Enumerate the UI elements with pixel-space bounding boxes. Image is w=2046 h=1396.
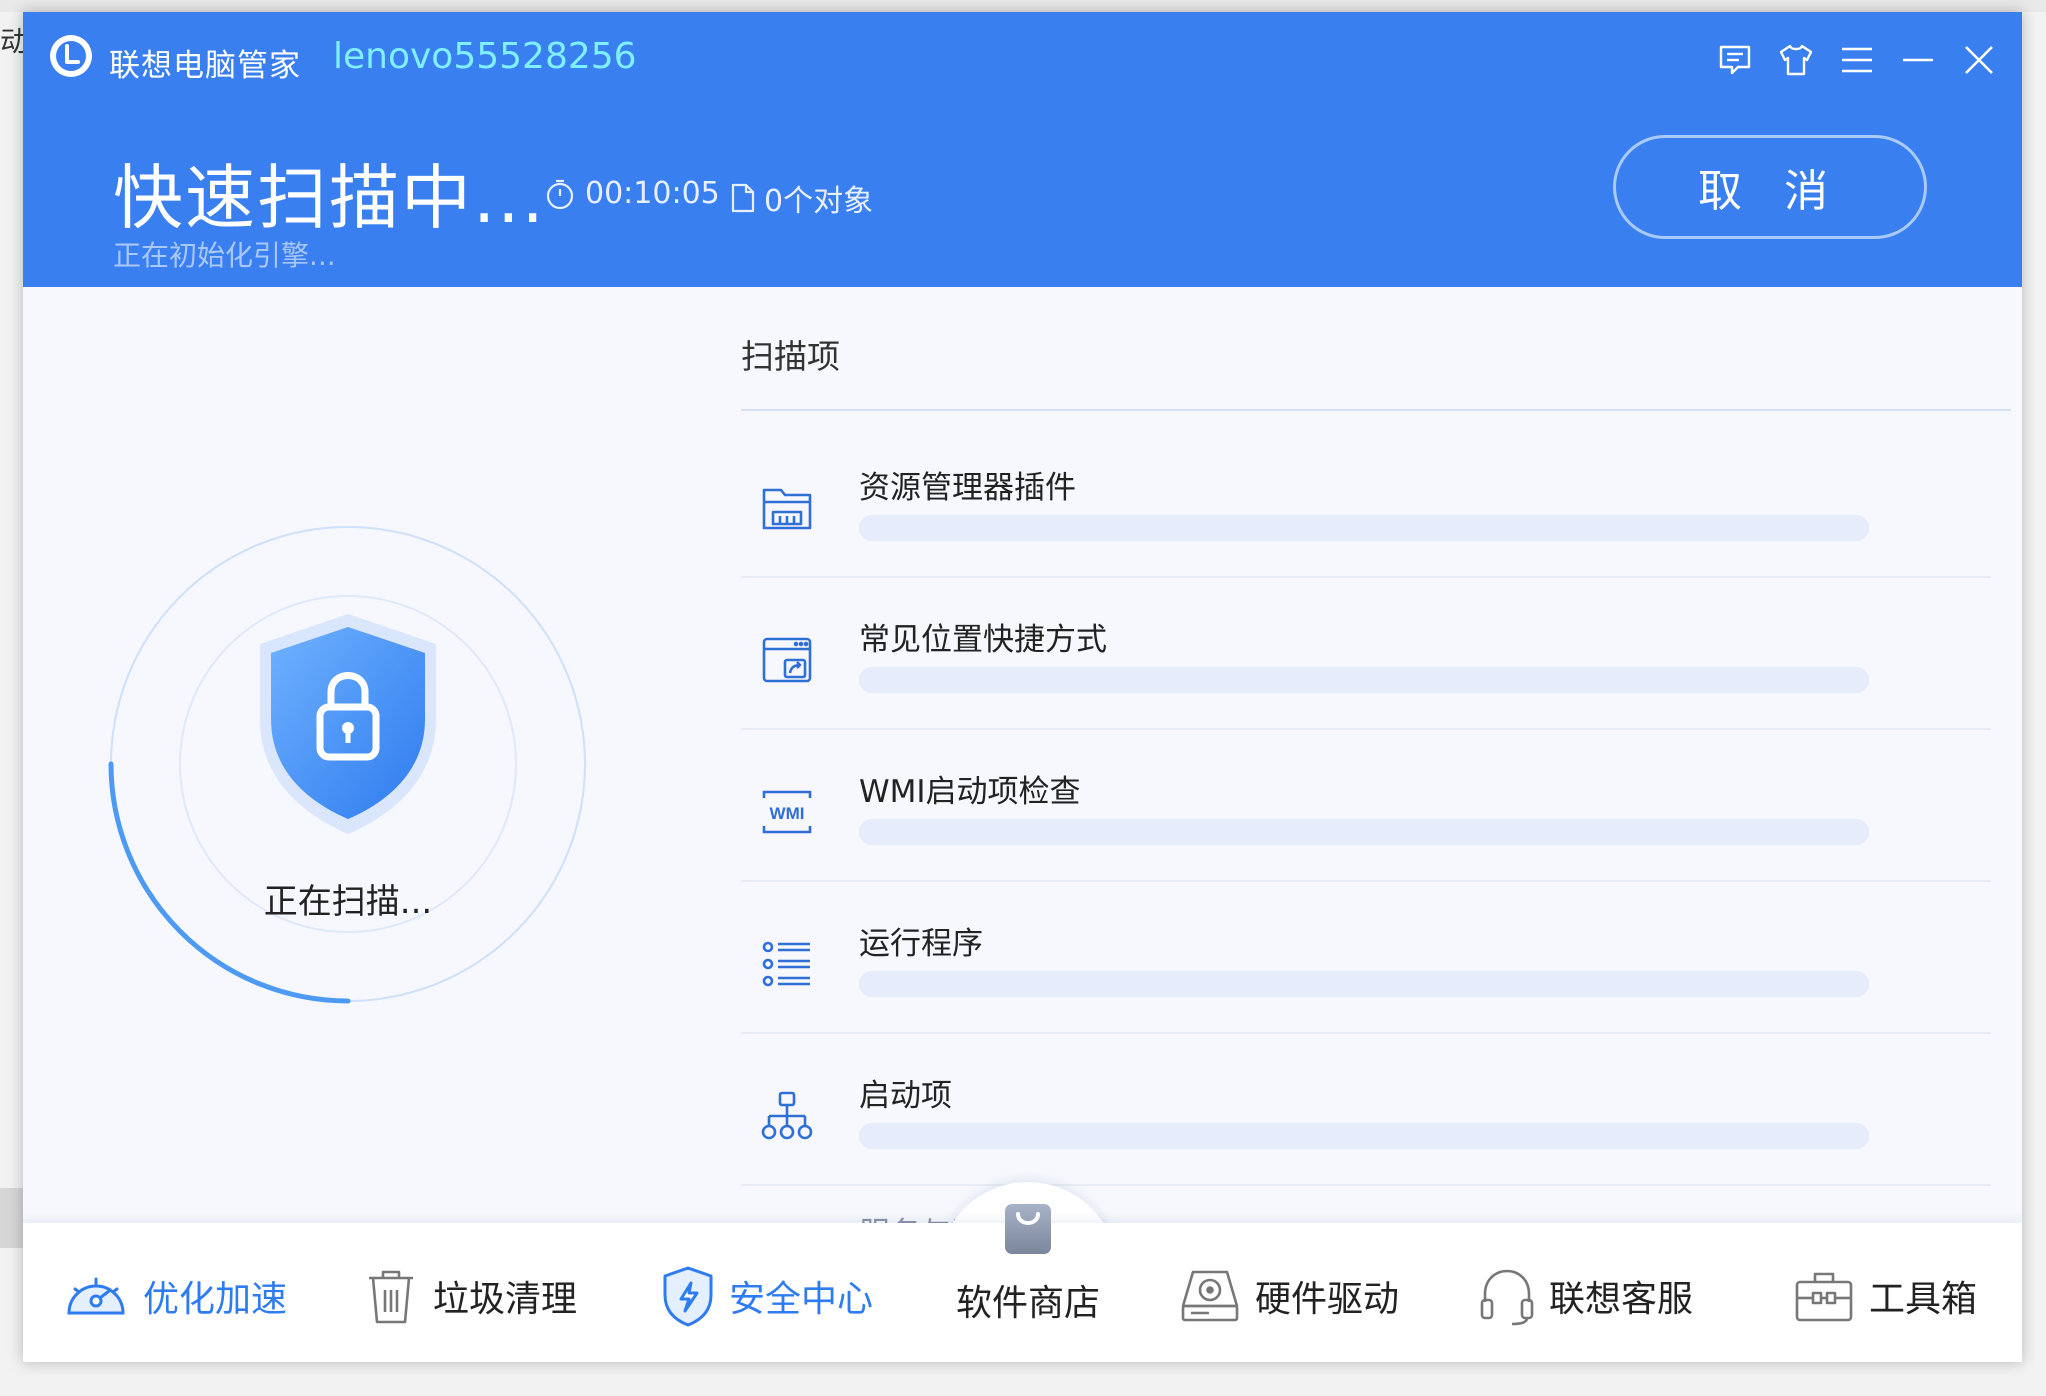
background-partial-bar bbox=[0, 1188, 24, 1248]
scan-item-progress bbox=[859, 971, 1869, 997]
scan-item-shortcuts: 常见位置快捷方式 bbox=[741, 580, 1991, 732]
list-divider bbox=[741, 1184, 1991, 1186]
scan-progress-ring bbox=[108, 526, 586, 1004]
hard-drive-icon bbox=[1181, 1270, 1239, 1322]
folder-icon bbox=[762, 488, 812, 530]
scan-item-progress bbox=[859, 1123, 1869, 1149]
nav-item-optimize[interactable]: 优化加速 bbox=[63, 1256, 287, 1336]
file-icon bbox=[731, 183, 755, 213]
speedometer-icon bbox=[67, 1277, 125, 1315]
scan-item-label: 常见位置快捷方式 bbox=[859, 622, 1107, 658]
menu-button[interactable] bbox=[1835, 38, 1879, 82]
scan-item-progress bbox=[859, 515, 1869, 541]
list-divider bbox=[741, 1032, 1991, 1034]
nav-item-security[interactable]: 安全中心 bbox=[661, 1256, 873, 1336]
trash-icon bbox=[369, 1270, 413, 1324]
nav-item-support[interactable]: 联想客服 bbox=[1479, 1256, 1693, 1336]
headset-icon bbox=[1480, 1269, 1534, 1326]
nav-item-label: 联想客服 bbox=[1549, 1279, 1694, 1320]
scanning-status-label: 正在扫描... bbox=[263, 882, 433, 922]
nav-item-software-store[interactable]: 软件商店 bbox=[953, 1202, 1103, 1326]
scan-items-title: 扫描项 bbox=[741, 337, 840, 376]
app-title: 联想电脑管家 bbox=[109, 48, 301, 84]
minimize-button[interactable] bbox=[1896, 38, 1940, 82]
close-button[interactable] bbox=[1957, 38, 2001, 82]
tshirt-icon bbox=[1779, 44, 1813, 76]
object-count-text: 0个对象 bbox=[764, 184, 874, 219]
scan-item-label: 资源管理器插件 bbox=[859, 470, 1076, 506]
toolbox-icon bbox=[1795, 1272, 1853, 1322]
engine-status-text: 正在初始化引擎... bbox=[113, 239, 336, 272]
scan-item-label: 运行程序 bbox=[859, 926, 983, 962]
wmi-icon: WMI bbox=[762, 790, 812, 834]
feedback-icon bbox=[1719, 45, 1751, 75]
scan-item-explorer-plugins: 资源管理器插件 bbox=[741, 428, 1991, 580]
hamburger-menu-icon bbox=[1842, 47, 1872, 73]
close-icon bbox=[1965, 46, 1993, 74]
tree-icon bbox=[761, 1091, 813, 1140]
minimize-icon bbox=[1903, 58, 1933, 62]
nav-item-toolbox[interactable]: 工具箱 bbox=[1793, 1256, 1977, 1336]
list-divider bbox=[741, 409, 2011, 411]
list-divider bbox=[741, 576, 1991, 578]
nav-item-drivers[interactable]: 硬件驱动 bbox=[1179, 1256, 1399, 1336]
scan-title: 快速扫描中... bbox=[113, 157, 546, 239]
nav-item-label: 软件商店 bbox=[955, 1283, 1100, 1324]
scan-item-wmi: WMI WMI启动项检查 bbox=[741, 732, 1991, 884]
shield-icon bbox=[663, 1266, 713, 1327]
list-divider bbox=[741, 728, 1991, 730]
user-account-link[interactable]: lenovo55528256 bbox=[333, 36, 637, 77]
skin-button[interactable] bbox=[1774, 38, 1818, 82]
scan-item-label: 启动项 bbox=[859, 1078, 952, 1114]
list-icon bbox=[762, 941, 810, 987]
nav-item-label: 工具箱 bbox=[1869, 1279, 1978, 1320]
shortcut-icon bbox=[762, 637, 812, 683]
scan-item-startup: 启动项 bbox=[741, 1036, 1991, 1188]
object-count: 0个对象 bbox=[730, 176, 873, 220]
elapsed-timer: 00:10:05 bbox=[545, 176, 720, 211]
nav-item-cleanup[interactable]: 垃圾清理 bbox=[363, 1256, 577, 1336]
elapsed-time-text: 00:10:05 bbox=[585, 176, 720, 211]
nav-item-label: 硬件驱动 bbox=[1255, 1279, 1400, 1320]
scan-item-label: WMI启动项检查 bbox=[859, 774, 1081, 810]
nav-item-label: 优化加速 bbox=[143, 1279, 288, 1320]
stopwatch-icon bbox=[546, 179, 574, 209]
scan-item-running-programs: 运行程序 bbox=[741, 884, 1991, 1036]
list-divider bbox=[741, 880, 1991, 882]
background-window-strip bbox=[0, 0, 2046, 12]
nav-item-label: 垃圾清理 bbox=[433, 1279, 578, 1320]
feedback-button[interactable] bbox=[1713, 38, 1757, 82]
header: 联想电脑管家 lenovo55528256 快速扫描中... 00:10:05 … bbox=[23, 12, 2022, 287]
scan-item-progress bbox=[859, 667, 1869, 693]
shopping-bag-icon bbox=[1005, 1204, 1051, 1254]
svg-text:WMI: WMI bbox=[770, 804, 805, 823]
app-window: 联想电脑管家 lenovo55528256 快速扫描中... 00:10:05 … bbox=[23, 12, 2022, 1362]
scan-item-progress bbox=[859, 819, 1869, 845]
nav-item-label: 安全中心 bbox=[729, 1279, 874, 1320]
cancel-scan-button[interactable]: 取 消 bbox=[1613, 135, 1927, 239]
lenovo-logo-icon bbox=[50, 35, 92, 77]
